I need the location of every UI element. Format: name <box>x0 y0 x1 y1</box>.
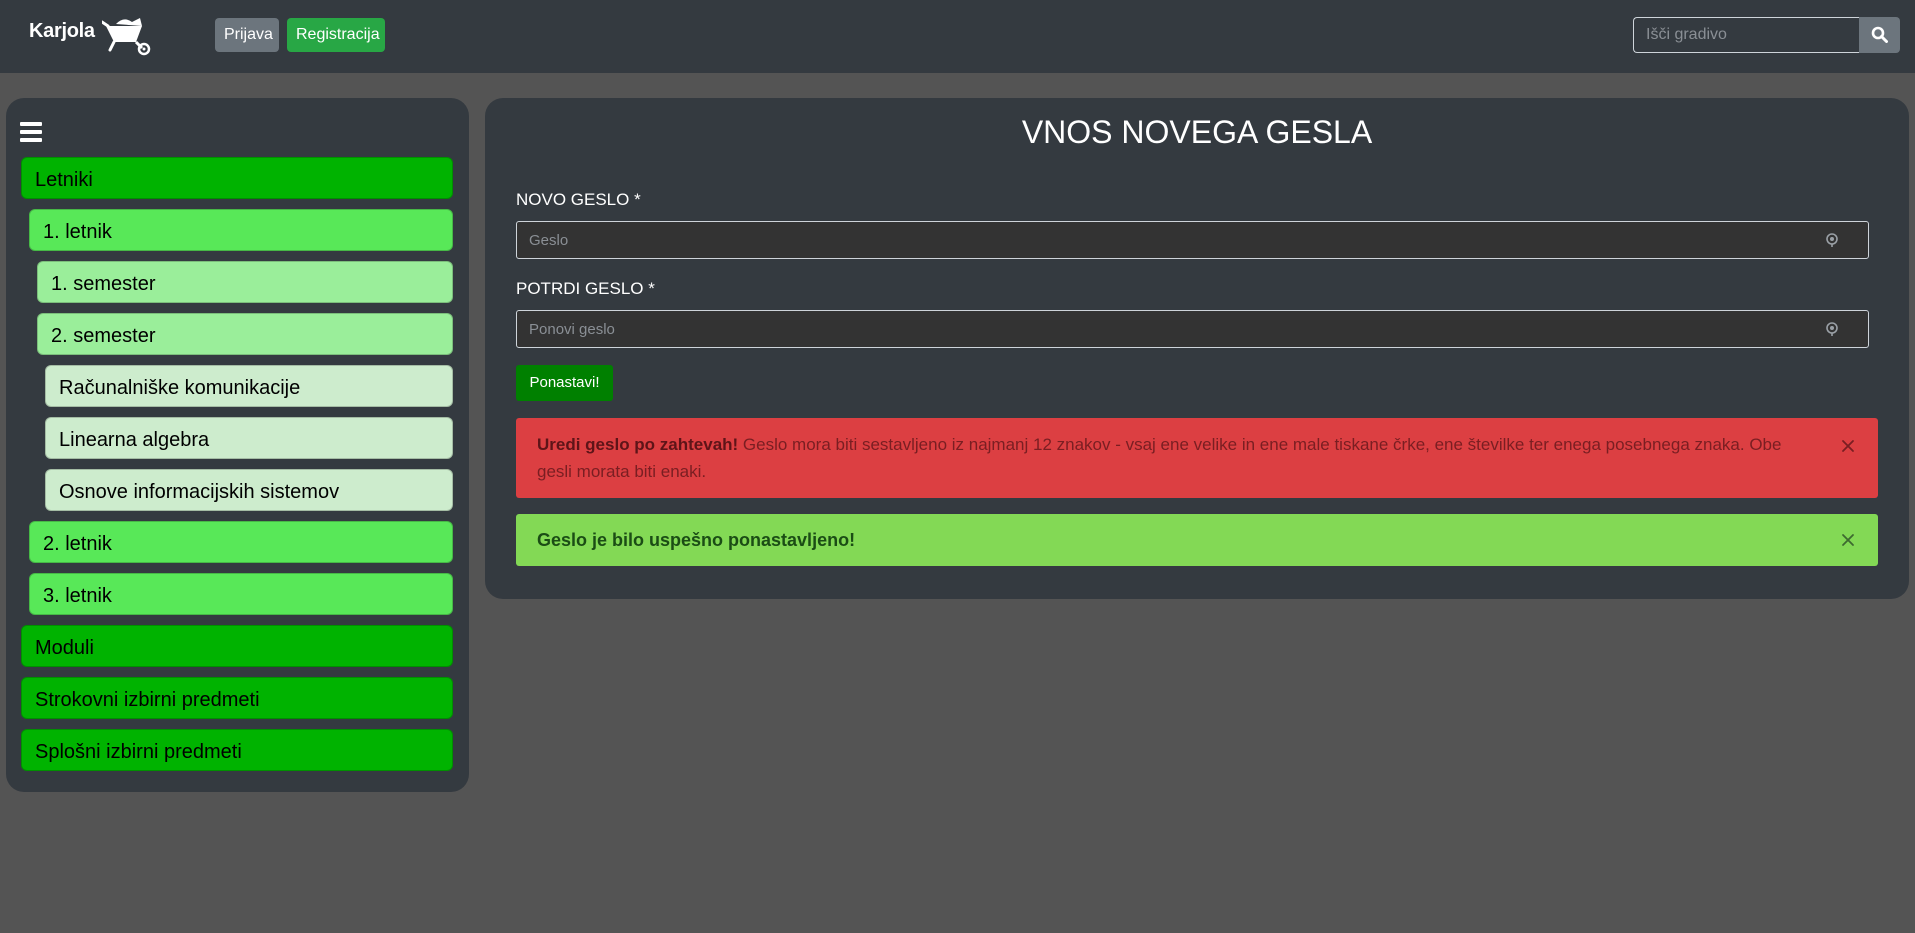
page-title: VNOS NOVEGA GESLA <box>1021 114 1373 150</box>
new-password-input[interactable] <box>517 222 1841 258</box>
login-button[interactable]: Prijava <box>215 18 279 52</box>
sidebar-item-2-semester[interactable]: 2. semester <box>37 313 453 355</box>
sidebar-item-osnove-informacijskih-sistemov[interactable]: Osnove informacijskih sistemov <box>45 469 453 511</box>
search-input[interactable] <box>1633 17 1859 53</box>
wheelbarrow-logo-icon <box>102 18 151 56</box>
sidebar: Letniki 1. letnik 1. semester 2. semeste… <box>6 98 469 792</box>
success-alert: Geslo je bilo uspešno ponastavljeno! <box>516 514 1878 566</box>
search-icon <box>1871 26 1888 43</box>
brand-name[interactable]: Karjola <box>29 20 95 43</box>
confirm-password-input[interactable] <box>517 311 1841 347</box>
eye-icon[interactable] <box>1826 233 1838 247</box>
eye-icon[interactable] <box>1826 322 1838 336</box>
success-alert-text: Geslo je bilo uspešno ponastavljeno! <box>537 530 856 550</box>
sidebar-item-letniki[interactable]: Letniki <box>21 157 453 199</box>
sidebar-item-linearna-algebra[interactable]: Linearna algebra <box>45 417 453 459</box>
sidebar-item-strokovni-izbirni-predmeti[interactable]: Strokovni izbirni predmeti <box>21 677 453 719</box>
password-reset-panel: VNOS NOVEGA GESLA NOVO GESLO * POTRDI GE… <box>485 98 1909 599</box>
sidebar-item-1-letnik[interactable]: 1. letnik <box>29 209 453 251</box>
error-alert: Uredi geslo po zahtevah! Geslo mora biti… <box>516 418 1878 498</box>
confirm-password-label: POTRDI GESLO * <box>516 279 655 298</box>
reset-password-button[interactable]: Ponastavi! <box>516 365 613 401</box>
sidebar-item-2-letnik[interactable]: 2. letnik <box>29 521 453 563</box>
error-alert-title: Uredi geslo po zahtevah! <box>537 435 739 454</box>
new-password-field[interactable] <box>516 221 1869 259</box>
sidebar-item-3-letnik[interactable]: 3. letnik <box>29 573 453 615</box>
register-button[interactable]: Registracija <box>287 18 385 52</box>
sidebar-item-1-semester[interactable]: 1. semester <box>37 261 453 303</box>
confirm-password-field[interactable] <box>516 310 1869 348</box>
search-button[interactable] <box>1859 17 1900 53</box>
close-icon[interactable] <box>1840 532 1856 548</box>
sidebar-item-splosni-izbirni-predmeti[interactable]: Splošni izbirni predmeti <box>21 729 453 771</box>
top-navbar: Karjola Prijava Registracija <box>0 0 1915 73</box>
hamburger-menu-icon[interactable] <box>20 122 42 142</box>
sidebar-item-moduli[interactable]: Moduli <box>21 625 453 667</box>
close-icon[interactable] <box>1840 438 1856 454</box>
new-password-label: NOVO GESLO * <box>516 190 641 209</box>
sidebar-item-racunalniske-komunikacije[interactable]: Računalniške komunikacije <box>45 365 453 407</box>
